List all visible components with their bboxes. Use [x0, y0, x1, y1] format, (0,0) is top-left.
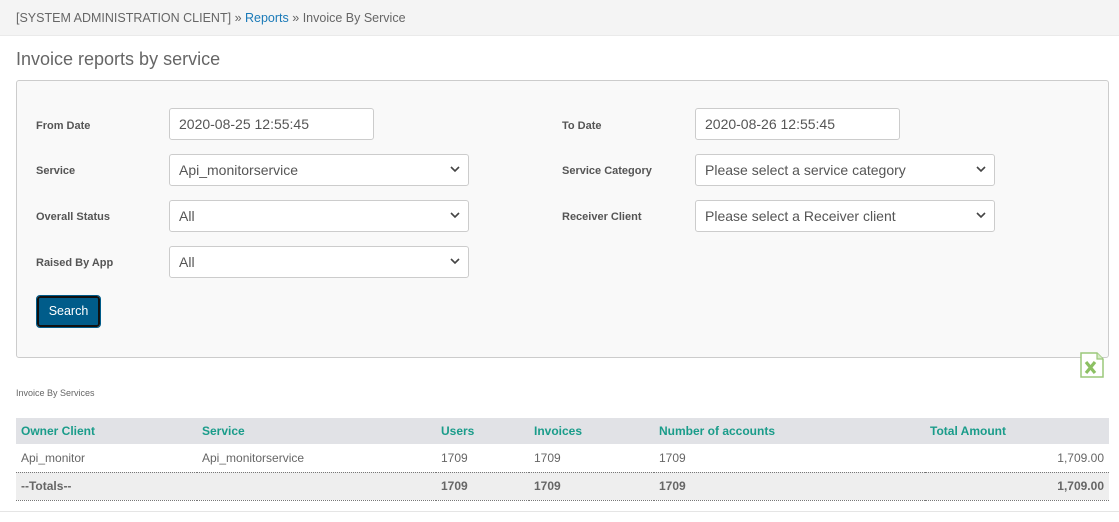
- service-select-value: Api_monitorservice: [179, 162, 299, 178]
- column-header[interactable]: Service: [197, 418, 436, 444]
- totals-service: [197, 471, 436, 501]
- cell-accounts: 1709: [659, 450, 686, 465]
- service-category-value: Please select a service category: [705, 162, 906, 178]
- receiver-client-select[interactable]: Please select a Receiver client: [695, 200, 995, 232]
- breadcrumb: [SYSTEM ADMINISTRATION CLIENT] » Reports…: [0, 0, 1119, 36]
- cell-users: 1709: [441, 450, 468, 465]
- search-button[interactable]: Search: [36, 295, 101, 328]
- page-title: Invoice reports by service: [16, 49, 221, 69]
- chevron-down-icon: [450, 212, 460, 219]
- column-header[interactable]: Invoices: [529, 418, 654, 444]
- overall-status-label: Overall Status: [36, 211, 110, 223]
- receiver-client-value: Please select a Receiver client: [705, 208, 896, 224]
- totals-users: 1709: [436, 471, 529, 501]
- breadcrumb-separator: »: [292, 11, 300, 25]
- chevron-down-icon: [976, 212, 986, 219]
- cell-invoices: 1709: [534, 450, 561, 465]
- chevron-down-icon: [976, 166, 986, 173]
- chevron-down-icon: [450, 258, 460, 265]
- table-header-row: Owner Client Service Users Invoices Numb…: [16, 418, 1109, 444]
- from-date-input[interactable]: 2020-08-25 12:55:45: [169, 108, 374, 140]
- totals-label: --Totals--: [16, 471, 197, 501]
- excel-export-icon[interactable]: [1080, 352, 1104, 378]
- breadcrumb-root: [SYSTEM ADMINISTRATION CLIENT]: [16, 11, 232, 25]
- to-date-input[interactable]: 2020-08-26 12:55:45: [695, 108, 900, 140]
- chevron-down-icon: [450, 166, 460, 173]
- receiver-client-label: Receiver Client: [562, 211, 642, 223]
- filter-panel: From Date 2020-08-25 12:55:45 To Date 20…: [16, 80, 1109, 358]
- table-row: Api_monitor Api_monitorservice 1709 1709…: [16, 444, 1109, 472]
- service-select[interactable]: Api_monitorservice: [169, 154, 469, 186]
- from-date-label: From Date: [36, 120, 91, 132]
- service-category-label: Service Category: [562, 165, 652, 177]
- overall-status-select[interactable]: All: [169, 200, 469, 232]
- totals-amount: 1,709.00: [925, 471, 1109, 501]
- cell-service: Api_monitorservice: [202, 450, 305, 465]
- totals-invoices: 1709: [529, 471, 654, 501]
- cell-total-amount: 1,709.00: [1057, 450, 1104, 465]
- to-date-label: To Date: [562, 120, 602, 132]
- raised-by-app-label: Raised By App: [36, 257, 114, 269]
- column-header[interactable]: Users: [436, 418, 529, 444]
- cell-owner-client: Api_monitor: [21, 450, 86, 465]
- breadcrumb-current: Invoice By Service: [302, 11, 406, 25]
- raised-by-app-value: All: [179, 254, 195, 270]
- table-caption: Invoice By Services: [16, 388, 95, 398]
- breadcrumb-reports-link[interactable]: Reports: [245, 11, 289, 25]
- service-category-select[interactable]: Please select a service category: [695, 154, 995, 186]
- breadcrumb-separator: »: [234, 11, 242, 25]
- footer-divider: [0, 511, 1119, 512]
- totals-row: --Totals-- 1709 1709 1709 1,709.00: [16, 471, 1109, 501]
- column-header[interactable]: Owner Client: [16, 418, 197, 444]
- overall-status-value: All: [179, 208, 195, 224]
- totals-accounts: 1709: [654, 471, 925, 501]
- column-header[interactable]: Number of accounts: [654, 418, 925, 444]
- raised-by-app-select[interactable]: All: [169, 246, 469, 278]
- invoice-table: Owner Client Service Users Invoices Numb…: [16, 418, 1109, 501]
- service-label: Service: [36, 165, 76, 177]
- column-header[interactable]: Total Amount: [925, 418, 1109, 444]
